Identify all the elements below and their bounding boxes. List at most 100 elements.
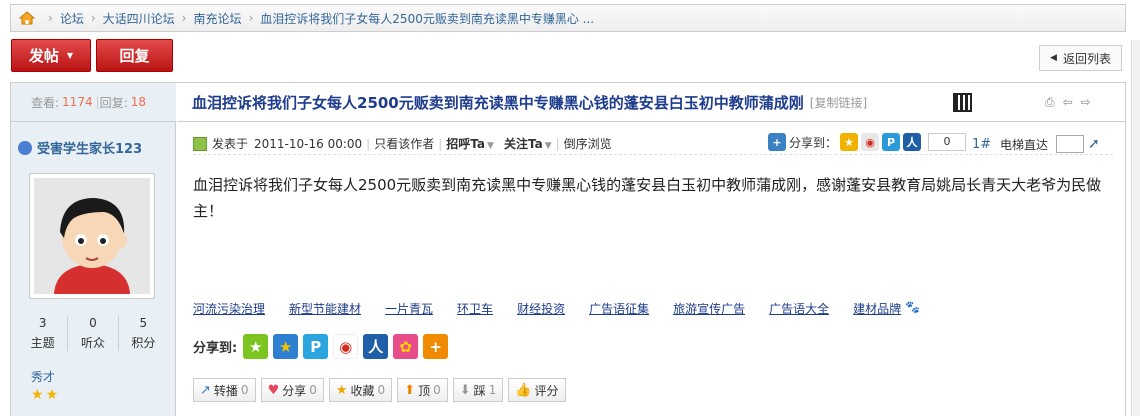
pengyou-icon[interactable]: P: [882, 133, 901, 151]
action-label: 评分: [534, 383, 559, 398]
avatar[interactable]: [29, 173, 155, 299]
share-to-label: 分享到：: [789, 135, 838, 150]
meta-divider: |: [366, 136, 371, 151]
user-icon: [18, 140, 32, 155]
avatar-image: [34, 178, 150, 294]
downvote-button[interactable]: ⬇ 踩 1: [452, 378, 504, 402]
upvote-button[interactable]: ⬆ 顶 0: [397, 378, 448, 402]
elevator-input[interactable]: [1056, 135, 1085, 153]
plus-icon: +: [768, 133, 786, 151]
meta-divider: |: [555, 136, 560, 151]
chevron-down-icon: ▼: [544, 141, 552, 151]
stat-label: 积分: [131, 336, 156, 350]
home-icon[interactable]: [18, 11, 36, 25]
breadcrumb-item-nanchong[interactable]: 南充论坛: [193, 10, 241, 27]
more-share-icon[interactable]: +: [423, 334, 449, 359]
new-post-label: 发帖: [28, 47, 59, 65]
weibo-icon[interactable]: ◉: [333, 334, 359, 359]
share-button[interactable]: ♥ 分享 0: [260, 378, 324, 402]
chevron-down-icon: ▼: [66, 51, 74, 60]
elevator-go-icon[interactable]: ➚: [1088, 136, 1100, 152]
post-body: 血泪控诉将我们子女每人2500元贩卖到南充读黑中专赚黑心钱的蓬安县白玉初中教师蒲…: [193, 176, 1102, 220]
thread-title-bar: 血泪控诉将我们子女每人2500元贩卖到南充读黑中专赚黑心钱的蓬安县白玉初中教师蒲…: [177, 83, 1125, 122]
stat-value: 5: [139, 316, 148, 330]
stat-points[interactable]: 5 积分: [119, 316, 168, 351]
weibo-icon[interactable]: ◉: [861, 133, 880, 151]
replies-count: 18: [130, 95, 146, 109]
qzone-icon[interactable]: ★: [840, 133, 859, 151]
breadcrumb-separator: ›: [248, 11, 254, 25]
follow-menu[interactable]: 关注Ta ▼: [504, 135, 552, 152]
tag-link[interactable]: 环卫车: [457, 300, 493, 317]
kaixin-icon[interactable]: ✿: [393, 334, 419, 359]
share-top: + 分享到： ★ ◉ P 人 0: [768, 133, 967, 151]
only-author-link[interactable]: 只看该作者: [374, 135, 434, 152]
online-status-icon: [193, 136, 207, 151]
qzone-icon[interactable]: ★: [243, 334, 269, 359]
page-scrollbar[interactable]: [1131, 40, 1140, 416]
floor-number[interactable]: 1#: [972, 137, 991, 152]
thumb-icon: 👍: [515, 382, 532, 398]
tag-link[interactable]: 河流污染治理: [193, 300, 265, 317]
stat-value: 0: [89, 316, 97, 330]
renren-icon[interactable]: 人: [903, 133, 922, 151]
elevator-label: 电梯直达: [1000, 137, 1049, 152]
back-to-list-button[interactable]: ◀ 返回列表: [1039, 45, 1122, 71]
breadcrumb-separator: ›: [48, 11, 53, 25]
tag-link[interactable]: 财经投资: [517, 300, 565, 317]
thread-stats: 查看: 1174 | 回复: 18: [11, 83, 176, 122]
tag-link[interactable]: 一片青瓦: [385, 300, 433, 317]
share-bottom: 分享到: ★ ★ P ◉ 人 ✿ +: [193, 334, 453, 359]
back-to-list-label: 返回列表: [1062, 51, 1111, 66]
pengyou-icon[interactable]: P: [303, 334, 329, 359]
action-count: 0: [309, 383, 317, 397]
favorite-star-icon[interactable]: ★: [273, 334, 299, 359]
thread-tools: ⎙ ⇦ ⇨: [1045, 95, 1091, 110]
user-rank[interactable]: 秀才: [31, 368, 55, 385]
greet-menu[interactable]: 招呼Ta ▼: [446, 135, 494, 152]
action-label: 分享: [282, 383, 307, 398]
next-thread-icon[interactable]: ⇨: [1081, 95, 1091, 110]
print-icon[interactable]: ⎙: [1045, 95, 1055, 110]
copy-link-button[interactable]: [复制链接]: [810, 94, 867, 111]
stat-value: 3: [38, 316, 47, 330]
tag-link[interactable]: 新型节能建材: [289, 300, 361, 317]
action-count: 0: [433, 383, 441, 397]
new-post-button[interactable]: 发帖 ▼: [11, 39, 91, 72]
star-icon: ★: [335, 382, 348, 398]
breadcrumb-item-sichuan[interactable]: 大话四川论坛: [103, 10, 175, 27]
stat-followers[interactable]: 0 听众: [68, 316, 119, 351]
rank-stars: ★ ★: [31, 387, 58, 403]
rate-button[interactable]: 👍 评分: [508, 378, 566, 402]
elevator: 电梯直达 ➚: [1000, 135, 1100, 153]
greet-label: 招呼Ta: [446, 137, 486, 151]
breadcrumb-item-thread[interactable]: 血泪控诉将我们子女每人2500元贩卖到南充读黑中专赚黑心 ...: [260, 10, 594, 27]
tag-links: 河流污染治理 新型节能建材 一片青瓦 环卫车 财经投资 广告语征集 旅游宣传广告…: [193, 300, 920, 317]
breadcrumb-separator: ›: [90, 11, 96, 25]
meta-divider: |: [438, 136, 443, 151]
breadcrumb-item-forum[interactable]: 论坛: [60, 10, 84, 27]
chevron-down-icon: ▼: [487, 141, 494, 151]
back-arrow-icon: ◀: [1050, 53, 1057, 63]
prev-thread-icon[interactable]: ⇦: [1063, 95, 1073, 110]
breadcrumb: › 论坛 › 大话四川论坛 › 南充论坛 › 血泪控诉将我们子女每人2500元贩…: [10, 4, 1126, 32]
reverse-order-link[interactable]: 倒序浏览: [564, 135, 612, 152]
follow-label: 关注Ta: [503, 137, 543, 151]
posted-prefix: 发表于: [212, 137, 249, 151]
action-label: 收藏: [350, 383, 375, 398]
up-arrow-icon: ⬆: [404, 382, 416, 398]
repost-button[interactable]: ↗ 转播 0: [193, 378, 256, 402]
posted-time: 2011-10-16 00:00: [254, 136, 363, 151]
favorite-button[interactable]: ★ 收藏 0: [328, 378, 393, 402]
author-name[interactable]: 受害学生家长123: [18, 138, 142, 157]
stat-topics[interactable]: 3 主题: [18, 316, 69, 351]
tag-link[interactable]: 建材品牌: [853, 300, 901, 317]
qr-code-icon[interactable]: [953, 93, 972, 112]
reply-button[interactable]: 回复: [96, 39, 173, 72]
repost-icon: ↗: [200, 382, 211, 398]
tag-link[interactable]: 旅游宣传广告: [673, 300, 745, 317]
tag-link[interactable]: 广告语大全: [769, 300, 829, 317]
tag-link[interactable]: 广告语征集: [589, 300, 649, 317]
stat-label: 主题: [30, 336, 55, 350]
renren-icon[interactable]: 人: [363, 334, 389, 359]
